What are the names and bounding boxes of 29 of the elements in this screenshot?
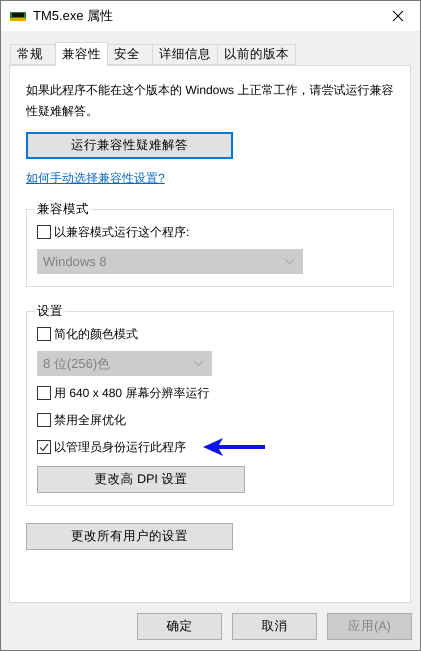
checkbox[interactable] (37, 327, 51, 341)
checkbox-label[interactable]: 简化的颜色模式 (54, 326, 138, 342)
tab[interactable]: 兼容性 (55, 42, 108, 66)
tab[interactable]: 详细信息 (152, 44, 218, 65)
checkbox-label[interactable]: 用 640 x 480 屏幕分辨率运行 (54, 384, 210, 402)
checkbox[interactable] (37, 225, 51, 239)
checkbox[interactable] (37, 440, 51, 454)
intro-text: 如果此程序不能在这个版本的 Windows 上正常工作，请尝试运行兼容性疑难解答。 (26, 82, 394, 120)
dpi-settings-button[interactable]: 更改高 DPI 设置 (37, 466, 245, 493)
tab[interactable]: 安全 (107, 44, 153, 65)
troubleshoot-button[interactable]: 运行兼容性疑难解答 (26, 132, 233, 159)
dialog-button[interactable]: 确定 (137, 613, 222, 640)
all-users-button[interactable]: 更改所有用户的设置 (26, 523, 233, 550)
group-title: 设置 (36, 303, 64, 320)
chevron-down-icon (193, 360, 204, 367)
close-icon (392, 10, 404, 22)
memory-chip-icon (10, 10, 26, 22)
checkbox-label[interactable]: 以兼容模式运行这个程序: (54, 224, 190, 240)
tab[interactable]: 以前的版本 (217, 44, 296, 65)
group-title: 兼容模式 (36, 201, 90, 218)
help-link[interactable]: 如何手动选择兼容性设置? (26, 170, 165, 187)
window-title: TM5.exe 属性 (33, 7, 114, 25)
checkbox[interactable] (37, 413, 51, 427)
checkbox-label[interactable]: 以管理员身份运行此程序 (54, 438, 186, 456)
checkbox[interactable] (37, 386, 51, 400)
chevron-down-icon (284, 258, 295, 265)
checkbox-label[interactable]: 禁用全屏优化 (54, 412, 126, 428)
dialog-button[interactable]: 取消 (232, 613, 317, 640)
tab[interactable]: 常规 (10, 44, 56, 65)
